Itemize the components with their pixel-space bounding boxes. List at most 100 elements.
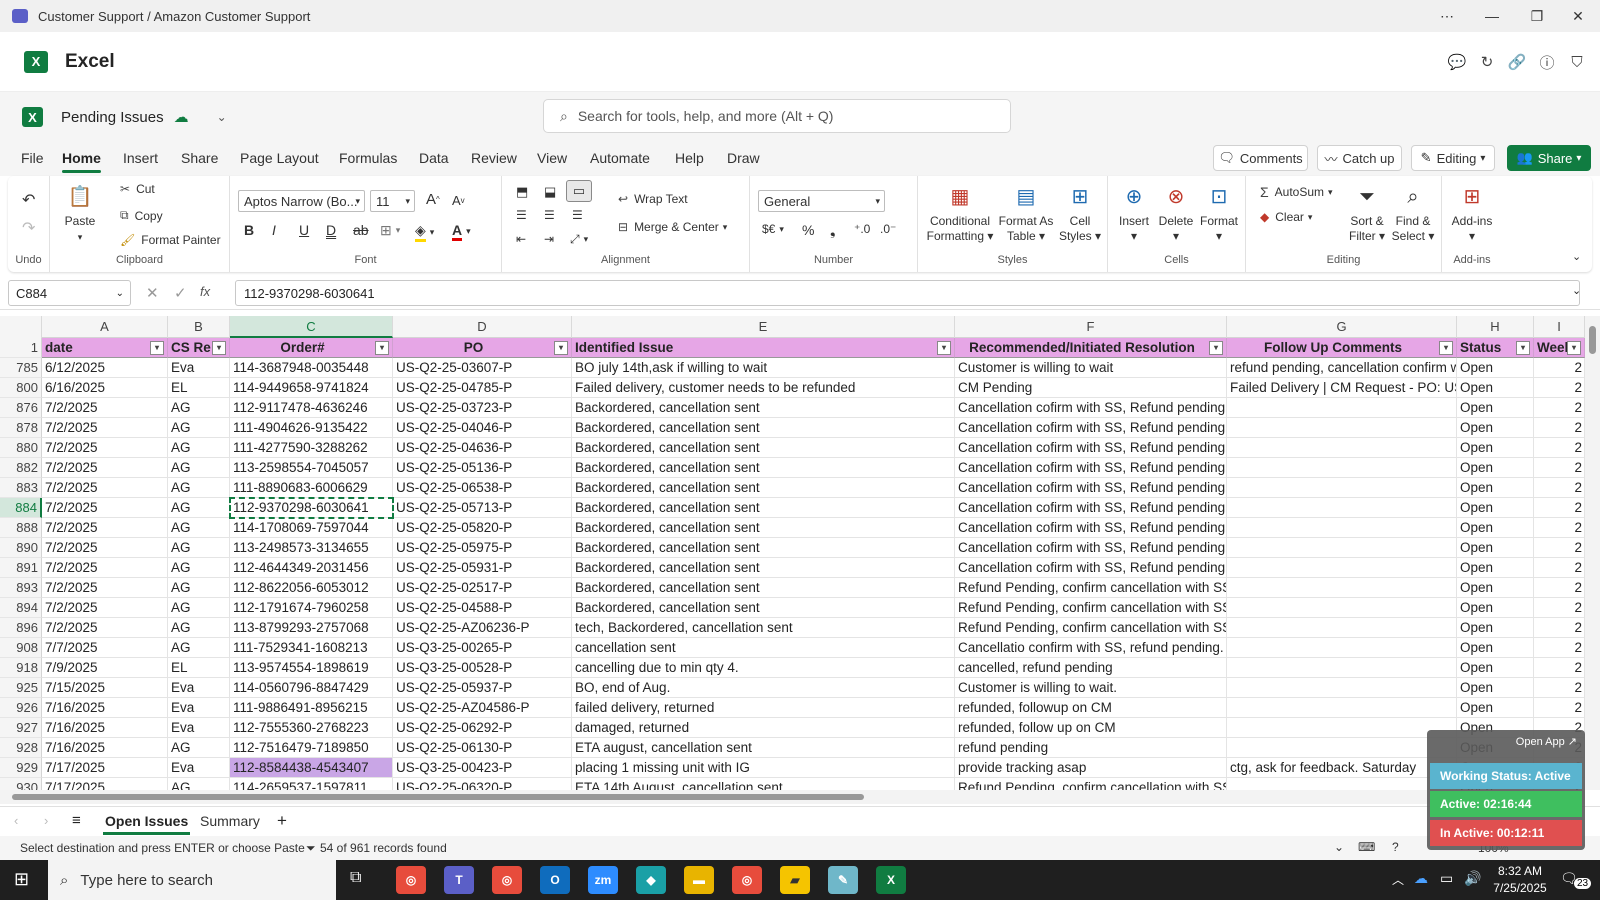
filter-dropdown-icon[interactable]: ▾ (212, 341, 226, 355)
cut-button[interactable]: ✂ Cut (120, 182, 155, 196)
cell-date[interactable]: 7/2/2025 (42, 438, 168, 458)
decrease-indent-icon[interactable]: ⇤ (516, 232, 526, 246)
insert-cells-button[interactable]: ⊕ Insert ▾ (1114, 184, 1154, 244)
filter-dropdown-icon[interactable]: ▾ (150, 341, 164, 355)
teams-icon[interactable]: T (444, 866, 474, 894)
cell-date[interactable]: 7/2/2025 (42, 518, 168, 538)
cell-week[interactable]: 2 (1534, 358, 1585, 378)
addins-button[interactable]: ⊞ Add-ins ▾ (1448, 184, 1496, 244)
cell-order-number[interactable]: 112-1791674-7960258 (230, 598, 393, 618)
cell-status[interactable]: Open (1457, 518, 1534, 538)
cell-cs-rep[interactable]: AG (168, 418, 230, 438)
cell-week[interactable]: 2 (1534, 438, 1585, 458)
cell-po[interactable]: US-Q2-25-03607-P (393, 358, 572, 378)
cell-identified-issue[interactable]: BO, end of Aug. (572, 678, 955, 698)
minimize-button[interactable]: — (1470, 0, 1514, 32)
chevron-down-icon[interactable]: ⌄ (1334, 840, 1344, 854)
cell-identified-issue[interactable]: Backordered, cancellation sent (572, 418, 955, 438)
confirm-icon[interactable]: ✓ (174, 284, 187, 302)
cell-po[interactable]: US-Q2-25-05937-P (393, 678, 572, 698)
cell-order-number[interactable]: 114-9449658-9741824 (230, 378, 393, 398)
tab-automate[interactable]: Automate (590, 150, 650, 166)
task-view-icon[interactable]: ⧉ (350, 869, 361, 887)
cell-cs-rep[interactable]: AG (168, 778, 230, 790)
cell-po[interactable]: US-Q2-25-03723-P (393, 398, 572, 418)
cell-order-number[interactable]: 111-4904626-9135422 (230, 418, 393, 438)
conditional-formatting-button[interactable]: ▦ Conditional Formatting ▾ (926, 184, 994, 244)
format-as-table-button[interactable]: ▤ Format As Table ▾ (998, 184, 1054, 244)
cell-po[interactable]: US-Q2-25-06538-P (393, 478, 572, 498)
cell-cs-rep[interactable]: AG (168, 558, 230, 578)
cell-week[interactable]: 2 (1534, 478, 1585, 498)
align-center-icon[interactable]: ☰ (544, 208, 555, 222)
cell-cs-rep[interactable]: Eva (168, 678, 230, 698)
italic-icon[interactable]: I (272, 222, 276, 238)
row-number[interactable]: 800 (0, 378, 42, 398)
font-size-select[interactable]: 11 ▾ (370, 190, 415, 212)
cell-cs-rep[interactable]: AG (168, 538, 230, 558)
format-painter-button[interactable]: 🖌 Format Painter (120, 233, 221, 247)
cell-resolution[interactable]: Cancellation cofirm with SS, Refund pend… (955, 538, 1227, 558)
autosum-button[interactable]: Σ AutoSum ▾ (1260, 184, 1333, 200)
wrap-text-button[interactable]: ↩ Wrap Text (618, 192, 688, 206)
cell-follow-up-comments[interactable] (1227, 538, 1457, 558)
cell-cs-rep[interactable]: Eva (168, 698, 230, 718)
taskbar-clock[interactable]: 8:32 AM 7/25/2025 (1490, 863, 1550, 897)
cell-po[interactable]: US-Q2-25-04046-P (393, 418, 572, 438)
cell-cs-rep[interactable]: AG (168, 438, 230, 458)
chrome-profile-icon[interactable]: ◎ (492, 866, 522, 894)
cell-po[interactable]: US-Q3-25-00528-P (393, 658, 572, 678)
tab-insert[interactable]: Insert (123, 150, 158, 166)
app-icon[interactable]: ◆ (636, 866, 666, 894)
cell-resolution[interactable]: Cancellation cofirm with SS, Refund pend… (955, 458, 1227, 478)
cell-po[interactable]: US-Q2-25-05136-P (393, 458, 572, 478)
cell-resolution[interactable]: Cancellation cofirm with SS, Refund pend… (955, 518, 1227, 538)
sticky-notes-icon[interactable]: ▰ (780, 866, 810, 894)
cell-date[interactable]: 7/17/2025 (42, 758, 168, 778)
cell-date[interactable]: 7/2/2025 (42, 558, 168, 578)
fill-color-icon[interactable]: ◈ ▾ (415, 222, 434, 242)
header-date[interactable]: date ▾ (42, 338, 168, 358)
cell-follow-up-comments[interactable] (1227, 698, 1457, 718)
borders-icon[interactable]: ⊞ ▾ (380, 222, 400, 239)
cell-identified-issue[interactable]: ETA 14th August, cancellation sent (572, 778, 955, 790)
cell-cs-rep[interactable]: Eva (168, 358, 230, 378)
cancel-icon[interactable]: ✕ (146, 284, 159, 302)
cell-follow-up-comments[interactable]: ctg, ask for feedback. Saturday (1227, 758, 1457, 778)
prev-sheet-icon[interactable]: ‹ (14, 813, 18, 828)
column-header-e[interactable]: E (572, 316, 955, 338)
cell-order-number[interactable]: 112-4644349-2031456 (230, 558, 393, 578)
column-header-f[interactable]: F (955, 316, 1227, 338)
cell-cs-rep[interactable]: AG (168, 518, 230, 538)
cell-order-number[interactable]: 113-9574554-1898619 (230, 658, 393, 678)
header-resolution[interactable]: Recommended/Initiated Resolution ▾ (955, 338, 1227, 358)
cell-date[interactable]: 7/2/2025 (42, 578, 168, 598)
clear-button[interactable]: ◆ Clear ▾ (1260, 210, 1312, 224)
cell-week[interactable]: 2 (1534, 618, 1585, 638)
align-left-icon[interactable]: ☰ (516, 208, 527, 222)
cell-resolution[interactable]: refunded, followup on CM (955, 698, 1227, 718)
cell-resolution[interactable]: Cancellation cofirm with SS, Refund pend… (955, 478, 1227, 498)
cell-order-number[interactable]: 114-0560796-8847429 (230, 678, 393, 698)
cell-order-number[interactable]: 111-9886491-8956215 (230, 698, 393, 718)
cell-identified-issue[interactable]: cancelling due to min qty 4. (572, 658, 955, 678)
cell-status[interactable]: Open (1457, 538, 1534, 558)
cell-date[interactable]: 7/15/2025 (42, 678, 168, 698)
cell-order-number[interactable]: 112-8584438-4543407 (230, 758, 393, 778)
cell-po[interactable]: US-Q3-25-00423-P (393, 758, 572, 778)
column-header-h[interactable]: H (1457, 316, 1534, 338)
copy-button[interactable]: ⧉ Copy (120, 208, 163, 223)
vertical-scrollbar[interactable] (1585, 316, 1600, 790)
cell-identified-issue[interactable]: Backordered, cancellation sent (572, 478, 955, 498)
select-all-corner[interactable] (0, 316, 42, 338)
header-order-number[interactable]: Order# ▾ (230, 338, 393, 358)
column-header-i[interactable]: I (1534, 316, 1585, 338)
tab-help[interactable]: Help (675, 150, 704, 166)
help-icon[interactable]: ? (1392, 840, 1399, 854)
cell-week[interactable]: 2 (1534, 558, 1585, 578)
open-app-link[interactable]: Open App ↗ (1516, 735, 1577, 748)
row-number[interactable]: 926 (0, 698, 42, 718)
cell-week[interactable]: 2 (1534, 638, 1585, 658)
cell-cs-rep[interactable]: Eva (168, 758, 230, 778)
header-follow-up-comments[interactable]: Follow Up Comments ▾ (1227, 338, 1457, 358)
